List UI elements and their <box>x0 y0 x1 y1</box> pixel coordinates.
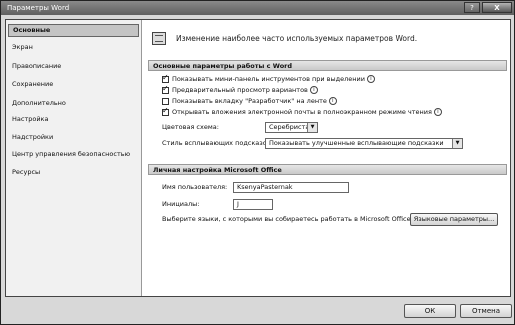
sidebar-item-trust-center[interactable]: Центр управления безопасностью <box>8 148 139 161</box>
sidebar-item-display[interactable]: Экран <box>8 41 139 54</box>
chevron-down-icon[interactable]: ▼ <box>452 139 462 148</box>
checkbox-live-preview-label: Предварительный просмотр вариантов i <box>172 86 318 95</box>
sidebar-item-advanced[interactable]: Дополнительно <box>8 97 139 110</box>
info-icon: i <box>309 86 318 94</box>
sidebar-item-addins[interactable]: Надстройки <box>8 131 139 144</box>
checkbox-mini-toolbar[interactable] <box>162 73 169 83</box>
sidebar-item-resources[interactable]: Ресурсы <box>8 166 139 179</box>
chevron-down-icon[interactable]: ▼ <box>307 123 317 132</box>
tooltip-style-select[interactable]: Показывать улучшенные всплывающие подска… <box>265 138 463 149</box>
sidebar: Основные Экран Правописание Сохранение Д… <box>6 20 142 296</box>
dialog-body: Основные Экран Правописание Сохранение Д… <box>5 19 511 297</box>
checkbox-developer-tab-label: Показывать вкладку "Разработчик" на лент… <box>172 97 337 106</box>
section-personal-header: Личная настройка Microsoft Office <box>148 164 507 175</box>
languages-text: Выберите языки, с которыми вы собираетес… <box>162 215 413 223</box>
username-input[interactable]: KsenyaPasternak <box>233 182 349 193</box>
info-icon: i <box>433 108 442 116</box>
sidebar-item-customize[interactable]: Настройка <box>8 113 139 126</box>
checkbox-mini-toolbar-label: Показывать мини-панель инструментов при … <box>172 75 375 84</box>
username-label: Имя пользователя: <box>162 183 228 191</box>
initials-input[interactable]: J <box>233 199 273 210</box>
info-icon: i <box>366 75 375 83</box>
section-basic-header: Основные параметры работы с Word <box>148 60 507 71</box>
initials-label: Инициалы: <box>162 200 200 208</box>
info-icon: i <box>328 97 337 105</box>
tooltip-style-label: Стиль всплывающих подсказок: <box>162 139 273 147</box>
color-scheme-label: Цветовая схема: <box>162 123 219 131</box>
sidebar-item-proofing[interactable]: Правописание <box>8 60 139 73</box>
checkbox-fullscreen-reading[interactable] <box>162 106 169 116</box>
sidebar-item-save[interactable]: Сохранение <box>8 78 139 91</box>
window-title: Параметры Word <box>7 4 70 12</box>
checkbox-live-preview[interactable] <box>162 84 169 94</box>
cancel-button[interactable]: Отмена <box>460 304 512 318</box>
word-options-window: Параметры Word ? X Основные Экран Правоп… <box>0 0 515 325</box>
checkbox-developer-tab[interactable] <box>162 98 169 105</box>
close-button[interactable]: X <box>482 2 512 13</box>
language-settings-button[interactable]: Языковые параметры... <box>410 213 498 226</box>
content-panel: Изменение наиболее часто используемых па… <box>142 20 510 296</box>
checkbox-fullscreen-reading-label: Открывать вложения электронной почты в п… <box>172 108 442 117</box>
tooltip-style-value: Показывать улучшенные всплывающие подска… <box>269 139 444 147</box>
color-scheme-select[interactable]: Серебристая ▼ <box>265 122 318 133</box>
sidebar-item-basic[interactable]: Основные <box>8 24 139 37</box>
options-icon <box>152 32 166 45</box>
ok-button[interactable]: ОК <box>404 304 456 318</box>
page-title: Изменение наиболее часто используемых па… <box>176 34 418 43</box>
help-button[interactable]: ? <box>464 2 480 13</box>
title-bar[interactable]: Параметры Word ? X <box>1 1 514 15</box>
